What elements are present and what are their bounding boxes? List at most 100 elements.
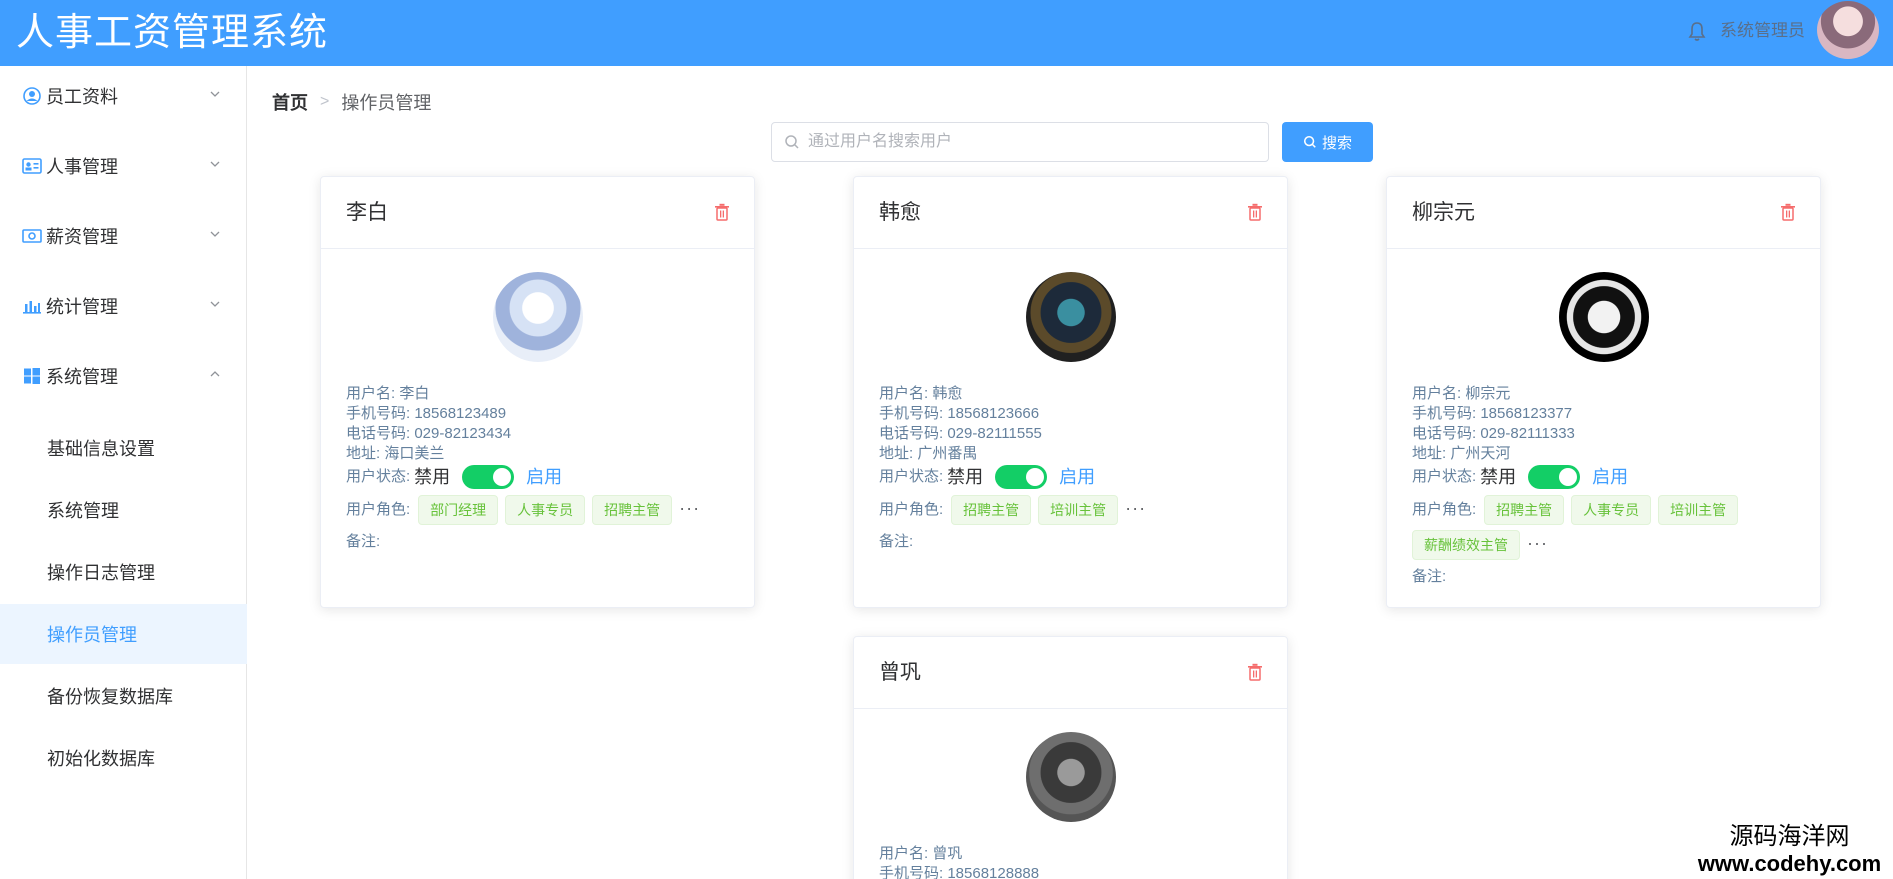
value-username: 韩愈 (932, 385, 963, 402)
chevron-down-icon (210, 91, 220, 97)
value-phone: 18568128888 (947, 865, 1040, 879)
chevron-down-icon (210, 231, 220, 237)
value-phone: 18568123666 (947, 405, 1040, 422)
watermark: 源码海洋网 www.codehy.com (1686, 823, 1893, 879)
sidebar-item-operator-manage[interactable]: 操作员管理 (0, 604, 247, 664)
menu-personnel[interactable]: 人事管理 (0, 138, 247, 194)
delete-icon[interactable] (1780, 203, 1796, 221)
id-card-icon (22, 156, 42, 176)
sidebar-item-init-database[interactable]: 初始化数据库 (0, 728, 247, 788)
user-avatar (1025, 272, 1116, 362)
status-toggle[interactable] (462, 465, 515, 489)
menu-statistics[interactable]: 统计管理 (0, 278, 247, 334)
menu-label: 统计管理 (46, 297, 118, 317)
card-title: 曾巩 (879, 661, 921, 684)
sidebar-item-basic-info[interactable]: 基础信息设置 (0, 418, 247, 478)
label-remark: 备注: (879, 533, 914, 550)
delete-icon[interactable] (1247, 663, 1263, 681)
operator-card: 曾巩 用户名: 曾巩 手机号码: 18568128888 (853, 636, 1288, 879)
card-header: 韩愈 (854, 177, 1287, 249)
label-status: 用户状态: (1412, 468, 1477, 485)
chevron-down-icon (210, 301, 220, 307)
menu-salary[interactable]: 薪资管理 (0, 208, 247, 264)
bell-icon[interactable] (1688, 20, 1706, 42)
sidebar-item-backup-restore[interactable]: 备份恢复数据库 (0, 666, 247, 726)
watermark-line1: 源码海洋网 (1729, 824, 1850, 850)
value-phone: 18568123489 (414, 405, 507, 422)
status-enabled-label: 启用 (1592, 467, 1629, 487)
label-address: 地址: (346, 445, 381, 462)
delete-icon[interactable] (1247, 203, 1263, 221)
value-address: 广州番禺 (917, 445, 978, 462)
breadcrumb: 首页 > 操作员管理 (272, 89, 431, 115)
label-telephone: 电话号码: (346, 425, 411, 442)
chevron-up-icon (210, 371, 220, 377)
sidebar-item-system-manage[interactable]: 系统管理 (0, 480, 247, 540)
role-tag: 招聘主管 (1484, 495, 1565, 525)
more-roles-icon[interactable]: ··· (679, 495, 700, 521)
more-roles-icon[interactable]: ··· (1125, 495, 1146, 521)
menu-label: 人事管理 (46, 157, 118, 177)
label-address: 地址: (879, 445, 914, 462)
status-toggle[interactable] (995, 465, 1048, 489)
search-input[interactable] (808, 124, 1268, 160)
search-button-label: 搜索 (1321, 134, 1352, 152)
card-title: 李白 (346, 201, 388, 224)
label-status: 用户状态: (879, 468, 944, 485)
status-toggle[interactable] (1528, 465, 1581, 489)
value-address: 广州天河 (1450, 445, 1511, 462)
role-tag: 人事专员 (1571, 495, 1652, 525)
status-disabled-label: 禁用 (414, 467, 451, 487)
value-username: 曾巩 (932, 845, 963, 862)
label-roles: 用户角色: (1412, 501, 1477, 518)
status-disabled-label: 禁用 (947, 467, 984, 487)
avatar[interactable] (1817, 1, 1879, 59)
status-disabled-label: 禁用 (1480, 467, 1517, 487)
user-name[interactable]: 系统管理员 (1720, 19, 1805, 43)
menu-label: 薪资管理 (46, 227, 118, 247)
menu-system[interactable]: 系统管理 (0, 348, 247, 404)
breadcrumb-separator-icon: > (320, 93, 330, 110)
card-header: 曾巩 (854, 637, 1287, 709)
label-status: 用户状态: (346, 468, 411, 485)
label-phone: 手机号码: (346, 405, 411, 422)
value-telephone: 029-82111555 (947, 425, 1042, 442)
search-icon (785, 135, 799, 149)
role-tag: 部门经理 (418, 495, 499, 525)
label-telephone: 电话号码: (1412, 425, 1477, 442)
user-circle-icon (22, 86, 42, 106)
value-username: 李白 (399, 385, 430, 402)
label-username: 用户名: (346, 385, 396, 402)
card-title: 韩愈 (879, 201, 921, 224)
more-roles-icon[interactable]: ··· (1527, 530, 1548, 556)
search-button[interactable]: 搜索 (1282, 122, 1373, 162)
menu-label: 系统管理 (46, 367, 118, 387)
card-header: 柳宗元 (1387, 177, 1820, 249)
search-box (771, 122, 1269, 162)
user-info: 用户名: 曾巩 手机号码: 18568128888 (879, 844, 1287, 879)
bar-chart-icon (22, 296, 42, 316)
role-tag: 薪酬绩效主管 (1412, 530, 1520, 560)
label-username: 用户名: (879, 845, 929, 862)
status-enabled-label: 启用 (1059, 467, 1096, 487)
menu-employee-info[interactable]: 员工资料 (0, 68, 247, 124)
role-tag: 招聘主管 (951, 495, 1032, 525)
operator-card: 韩愈 用户名: 韩愈 手机号码: 18568123666 电话号码: 029-8… (853, 176, 1288, 608)
value-telephone: 029-82123434 (414, 425, 512, 442)
status-enabled-label: 启用 (526, 467, 563, 487)
delete-icon[interactable] (714, 203, 730, 221)
breadcrumb-home[interactable]: 首页 (272, 89, 308, 115)
value-telephone: 029-82111333 (1480, 425, 1575, 442)
role-tag: 招聘主管 (592, 495, 673, 525)
sidebar-item-operation-log[interactable]: 操作日志管理 (0, 542, 247, 602)
label-username: 用户名: (1412, 385, 1462, 402)
user-info: 用户名: 李白 手机号码: 18568123489 电话号码: 029-8212… (346, 384, 754, 552)
card-header: 李白 (321, 177, 754, 249)
watermark-line2: www.codehy.com (1697, 851, 1882, 876)
card-title: 柳宗元 (1412, 201, 1475, 224)
user-info: 用户名: 韩愈 手机号码: 18568123666 电话号码: 029-8211… (879, 384, 1287, 552)
role-tag: 人事专员 (505, 495, 586, 525)
label-roles: 用户角色: (346, 501, 411, 518)
label-address: 地址: (1412, 445, 1447, 462)
role-tag: 培训主管 (1038, 495, 1119, 525)
